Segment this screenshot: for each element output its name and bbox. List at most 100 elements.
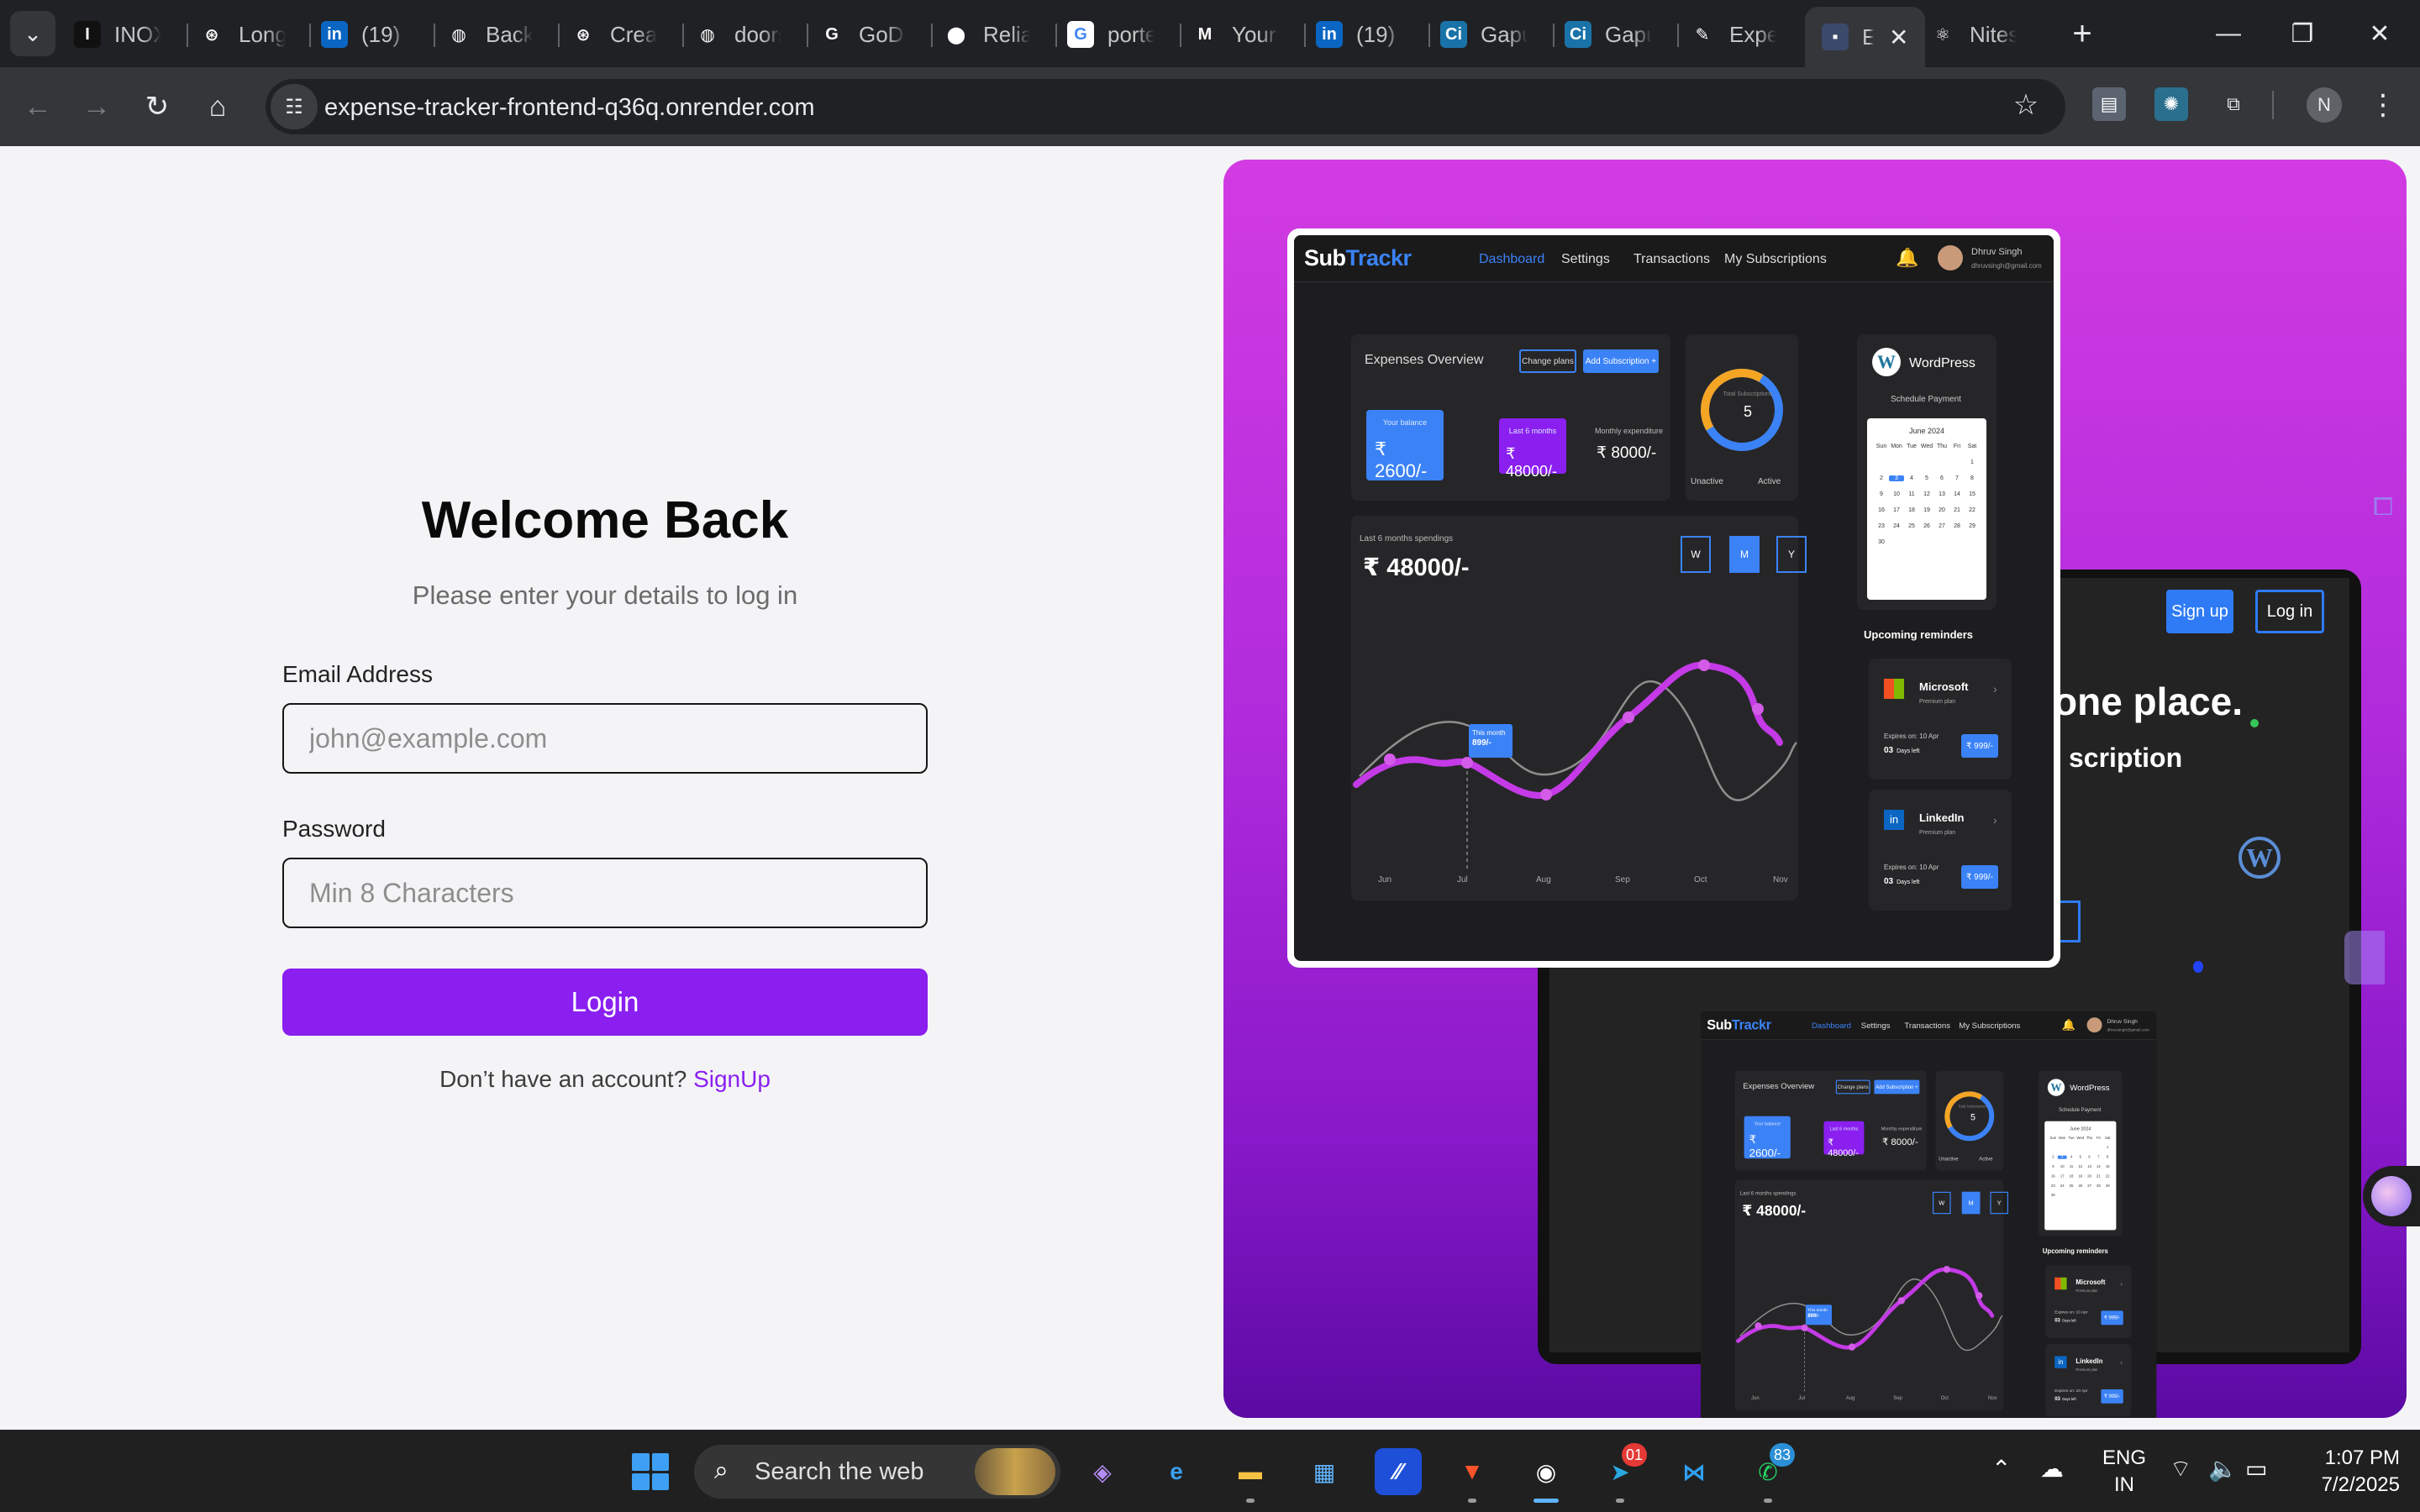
assistant-launcher[interactable]: [2363, 1166, 2420, 1226]
restore-button[interactable]: ❐: [2269, 12, 2336, 55]
file-explorer-icon[interactable]: ▬: [1227, 1448, 1274, 1495]
minimize-button[interactable]: —: [2195, 12, 2262, 55]
tab[interactable]: ⊛ Long: [198, 12, 286, 57]
tab[interactable]: ✎ Expe: [1689, 12, 1776, 57]
calendar-day: 22: [2105, 1174, 2110, 1179]
calendar-day: 21: [1954, 507, 1960, 513]
vscode-icon[interactable]: ⋈: [1670, 1448, 1718, 1495]
brave-icon[interactable]: ▼: [1449, 1448, 1496, 1495]
tab[interactable]: ◍ doors: [694, 12, 781, 57]
data-point: [1754, 1322, 1762, 1330]
search-highlight-image[interactable]: [975, 1448, 1055, 1495]
wordpress-icon: W: [1872, 348, 1901, 376]
browser-menu-button[interactable]: ⋮: [2366, 84, 2400, 126]
extensions-menu-button[interactable]: ⧉: [2217, 87, 2250, 121]
calendar-month: June 2024: [2070, 1126, 2091, 1131]
tab[interactable]: Ci Gapu: [1440, 12, 1528, 57]
clock[interactable]: 1:07 PM 7/2/2025: [2286, 1445, 2400, 1499]
calendar-cell: [2085, 1146, 2094, 1149]
email-field[interactable]: [282, 703, 928, 774]
calendar-day: 12: [1923, 491, 1930, 497]
last6-tile: Last 6 months ₹ 48000/-: [1823, 1121, 1865, 1158]
logo-part: Trackr: [1345, 245, 1413, 270]
dashboard-logo: SubTrackr: [1304, 245, 1412, 271]
donut-total: 5: [1970, 1112, 1975, 1122]
wordpress-icon: W: [2047, 1079, 2065, 1096]
reminder-price: ₹ 999/-: [2101, 1310, 2123, 1326]
calendar-cell: [1904, 459, 1919, 465]
tab-divider: [1553, 24, 1555, 47]
close-tab-icon[interactable]: ✕: [1889, 24, 1908, 51]
data-point: [1848, 1343, 1856, 1351]
profile-button[interactable]: N: [2307, 87, 2342, 123]
globe-icon: ◍: [445, 21, 472, 48]
extension-button[interactable]: ▤: [2092, 87, 2126, 121]
no-account-text: Don’t have an account?: [439, 1066, 687, 1092]
calendar-day: 5: [1925, 475, 1928, 481]
calendar-day-header: Tue: [2068, 1136, 2075, 1140]
back-button[interactable]: ←: [17, 86, 59, 128]
dashboard-screen: SubTrackr Dashboard Settings Transactions My…: [1294, 235, 2054, 961]
user-name: Dhruv Singh: [2107, 1018, 2138, 1025]
react-icon: ⚛: [1929, 21, 1956, 48]
data-point: [1540, 789, 1552, 801]
chrome-icon[interactable]: ◉: [1523, 1448, 1570, 1495]
linkedin-icon: in: [321, 21, 348, 48]
tab[interactable]: ⚛ Nites: [1929, 12, 2017, 57]
reload-button[interactable]: ↻: [136, 86, 178, 128]
url-text[interactable]: expense-tracker-frontend-q36q.onrender.c…: [324, 91, 815, 124]
start-button[interactable]: [632, 1453, 669, 1490]
ci-icon: Ci: [1565, 21, 1591, 48]
days-label: Days left: [2062, 1319, 2076, 1323]
login-button[interactable]: Login: [282, 969, 928, 1036]
tab[interactable]: Ci Gapu: [1565, 12, 1652, 57]
calendar-day: 29: [2105, 1184, 2110, 1188]
battery-icon[interactable]: ▭: [2245, 1455, 2267, 1483]
tab[interactable]: G GoDa: [818, 12, 906, 57]
volume-icon[interactable]: 🔈: [2208, 1455, 2238, 1483]
tab[interactable]: in (19) L: [1316, 12, 1403, 57]
tray-overflow-icon[interactable]: ⌃: [1991, 1455, 2011, 1483]
close-window-button[interactable]: ✕: [2346, 12, 2413, 55]
pen-tool-icon[interactable]: [2344, 931, 2385, 984]
calendar-day: 10: [1893, 491, 1900, 497]
onedrive-icon[interactable]: ☁: [2040, 1455, 2064, 1483]
calendar-day: 14: [1954, 491, 1960, 497]
tab[interactable]: ⬤ Relia: [943, 12, 1030, 57]
tab[interactable]: ▪ E ✕: [1805, 7, 1926, 67]
edge-icon[interactable]: e: [1153, 1448, 1200, 1495]
copilot-icon[interactable]: ◈: [1079, 1448, 1126, 1495]
store-icon[interactable]: ▦: [1301, 1448, 1348, 1495]
calendar-day: 25: [2069, 1184, 2074, 1188]
calendar-day: 26: [1923, 523, 1930, 529]
email-label: Email Address: [282, 661, 433, 687]
calendar-day-header: Mon: [1891, 444, 1902, 449]
tab[interactable]: I INOX: [74, 12, 161, 57]
donut-total: 5: [1743, 403, 1752, 420]
vpn-icon[interactable]: ⁄⁄: [1375, 1448, 1422, 1495]
wifi-icon[interactable]: ⌔: [2170, 1455, 2191, 1484]
tab-search-button[interactable]: ⌄: [10, 11, 55, 56]
subscriptions-donut-card: Total Subscriptions 5 Unactive Active: [1686, 334, 1798, 501]
signup-link[interactable]: SignUp: [693, 1066, 771, 1092]
crop-icon[interactable]: ⧠: [2366, 491, 2400, 524]
tooltip-label: This month: [1472, 729, 1506, 737]
landing-login-button: Log in: [2255, 590, 2324, 633]
extension-button[interactable]: ✺: [2154, 87, 2188, 121]
tab[interactable]: ◍ Back: [445, 12, 533, 57]
site-info-button[interactable]: ☷: [271, 84, 318, 129]
tab[interactable]: Gporte: [1067, 12, 1155, 57]
tab[interactable]: M Your: [1192, 12, 1279, 57]
forward-button[interactable]: →: [76, 86, 118, 128]
search-placeholder[interactable]: Search the web: [755, 1458, 924, 1486]
avatar: [1938, 245, 1963, 270]
x-axis-tick: Nov: [1773, 875, 1788, 885]
reminder-plan: Premium plan: [1919, 830, 1956, 836]
bookmark-button[interactable]: ☆: [2005, 84, 2047, 126]
new-tab-button[interactable]: +: [2060, 12, 2104, 55]
password-field[interactable]: [282, 858, 928, 928]
tab[interactable]: in (19) r: [321, 12, 408, 57]
tab[interactable]: ⊛ Creat: [570, 12, 657, 57]
home-button[interactable]: ⌂: [197, 86, 239, 128]
language-indicator[interactable]: ENG IN: [2097, 1445, 2151, 1499]
